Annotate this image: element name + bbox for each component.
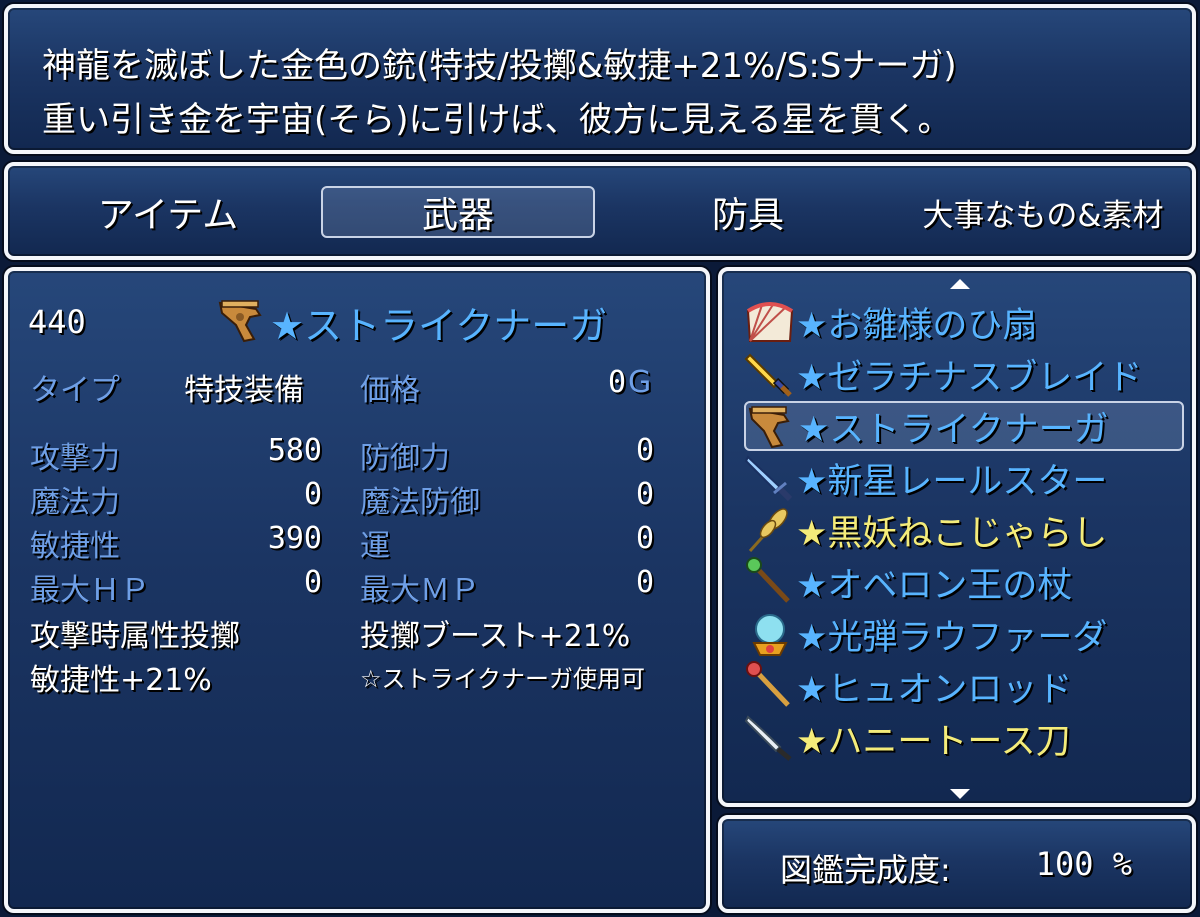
weapon-list-window: ★お雛様のひ扇 ★ゼラチナスブレイド ★ストライクナーガ ★新星レールスター ★… xyxy=(718,267,1196,807)
stat-defense-value: 0 xyxy=(635,433,654,468)
weapon-name: ★ストライクナーガ xyxy=(798,409,1109,450)
completion-label: 図鑑完成度: xyxy=(780,851,951,889)
category-tab-window: アイテム 武器 防具 大事なもの&素材 xyxy=(4,162,1196,260)
tab-weapons[interactable]: 武器 xyxy=(321,186,595,238)
stat-attack-value: 580 xyxy=(267,433,322,468)
weapon-name: ★オベロン王の杖 xyxy=(796,565,1073,606)
price-value: 0 xyxy=(607,365,626,400)
weapon-name: ★お雛様のひ扇 xyxy=(796,305,1038,346)
blue-blade-icon xyxy=(744,453,796,503)
completion-value: 100 % xyxy=(1035,845,1132,883)
compendium-completion-window: 図鑑完成度: 100 % xyxy=(718,815,1196,913)
type-label: タイプ xyxy=(30,373,120,408)
weapon-name: ★黒妖ねこじゃらし xyxy=(796,513,1108,554)
stat-agility-value: 390 xyxy=(267,521,322,556)
price-label: 価格 xyxy=(360,373,420,408)
help-description-line-2: 重い引き金を宇宙(そら)に引けば、彼方に見える星を貫く。 xyxy=(42,100,952,140)
effect-agility-bonus: 敏捷性+21% xyxy=(30,663,212,698)
weapon-list-item[interactable]: ★ヒュオンロッド xyxy=(744,661,1184,711)
revolver-gun-icon xyxy=(216,295,272,345)
item-name: ★ストライクナーガ xyxy=(270,304,608,348)
weapon-list-item[interactable]: ★ゼラチナスブレイド xyxy=(744,349,1184,399)
effect-attack-element: 攻撃時属性投擲 xyxy=(30,619,240,654)
weapon-name: ★光弾ラウファーダ xyxy=(796,617,1108,658)
revolver-gun-icon xyxy=(746,401,798,451)
stat-attack-label: 攻撃力 xyxy=(30,441,120,476)
stat-max-hp-value: 0 xyxy=(303,565,322,600)
stat-defense-label: 防御力 xyxy=(360,441,450,476)
weapon-name: ★ゼラチナスブレイド xyxy=(796,357,1143,398)
tab-armor[interactable]: 防具 xyxy=(653,186,843,238)
tab-items[interactable]: アイテム xyxy=(68,186,268,238)
wheat-stalk-icon xyxy=(744,505,796,555)
effect-throw-boost: 投擲ブースト+21% xyxy=(360,619,631,654)
stat-max-mp-value: 0 xyxy=(635,565,654,600)
rod-icon xyxy=(744,661,796,711)
stat-magic-defense-label: 魔法防御 xyxy=(360,485,480,520)
item-number: 440 xyxy=(28,303,86,341)
weapon-name: ★新星レールスター xyxy=(796,461,1108,502)
katana-icon xyxy=(744,713,796,763)
weapon-list-item[interactable]: ★お雛様のひ扇 xyxy=(744,297,1184,347)
stat-max-hp-label: 最大ＨＰ xyxy=(30,573,150,608)
weapon-list-item[interactable]: ★ハニートース刀 xyxy=(744,713,1184,763)
stat-magic-defense-value: 0 xyxy=(635,477,654,512)
weapon-list-item[interactable]: ★黒妖ねこじゃらし xyxy=(744,505,1184,555)
green-staff-icon xyxy=(744,557,796,607)
weapon-list-item-selected[interactable]: ★ストライクナーガ xyxy=(744,401,1184,451)
stat-agility-label: 敏捷性 xyxy=(30,529,120,564)
weapon-list-item[interactable]: ★新星レールスター xyxy=(744,453,1184,503)
weapon-name: ★ヒュオンロッド xyxy=(796,669,1073,710)
stat-luck-value: 0 xyxy=(635,521,654,556)
type-value: 特技装備 xyxy=(184,373,304,408)
weapon-list-item[interactable]: ★オベロン王の杖 xyxy=(744,557,1184,607)
price-unit: G xyxy=(628,365,652,400)
weapon-name: ★ハニートース刀 xyxy=(796,721,1071,762)
tab-key-items-materials[interactable]: 大事なもの&素材 xyxy=(908,186,1178,238)
stat-max-mp-label: 最大ＭＰ xyxy=(360,573,480,608)
stat-magic-label: 魔法力 xyxy=(30,485,120,520)
weapon-list-item[interactable]: ★光弾ラウファーダ xyxy=(744,609,1184,659)
stat-magic-value: 0 xyxy=(303,477,322,512)
scroll-down-arrow-icon[interactable] xyxy=(950,789,970,799)
help-description-line-1: 神龍を滅ぼした金色の銃(特技/投擲&敏捷+21%/S:Sナーガ) xyxy=(42,46,957,86)
folding-fan-icon xyxy=(744,297,796,347)
effect-skill-usable: ☆ストライクナーガ使用可 xyxy=(360,665,646,693)
crystal-orb-icon xyxy=(744,609,796,659)
golden-sword-icon xyxy=(744,349,796,399)
stat-luck-label: 運 xyxy=(360,529,390,564)
item-detail-window: 440 ★ストライクナーガ タイプ 特技装備 価格 0 G 攻撃力 580 防御… xyxy=(4,267,710,913)
help-window: 神龍を滅ぼした金色の銃(特技/投擲&敏捷+21%/S:Sナーガ) 重い引き金を宇… xyxy=(4,4,1196,154)
scroll-up-arrow-icon[interactable] xyxy=(950,279,970,289)
